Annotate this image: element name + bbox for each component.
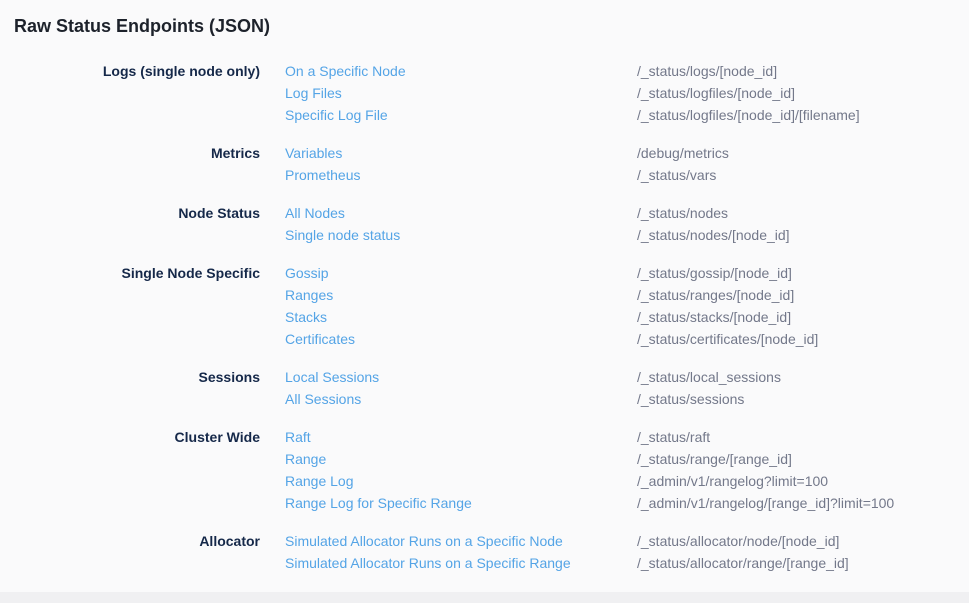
section-entries: Local Sessions /_status/local_sessions A… [285, 366, 781, 410]
endpoint-link[interactable]: Range Log for Specific Range [285, 492, 637, 514]
endpoint-section: Sessions Local Sessions /_status/local_s… [0, 366, 969, 410]
section-entries: Raft /_status/raft Range /_status/range/… [285, 426, 894, 514]
page-title: Raw Status Endpoints (JSON) [14, 15, 969, 37]
endpoint-row: Certificates /_status/certificates/[node… [285, 328, 818, 350]
endpoint-row: On a Specific Node /_status/logs/[node_i… [285, 60, 860, 82]
endpoint-path: /_status/local_sessions [637, 366, 781, 388]
endpoint-row: Ranges /_status/ranges/[node_id] [285, 284, 818, 306]
endpoint-row: Simulated Allocator Runs on a Specific R… [285, 552, 849, 574]
endpoint-path: /_status/logfiles/[node_id] [637, 82, 795, 104]
endpoint-row: Stacks /_status/stacks/[node_id] [285, 306, 818, 328]
endpoint-row: Specific Log File /_status/logfiles/[nod… [285, 104, 860, 126]
endpoint-link[interactable]: Raft [285, 426, 637, 448]
category-label: Logs (single node only) [0, 60, 260, 82]
endpoint-path: /_status/stacks/[node_id] [637, 306, 791, 328]
category-label: Single Node Specific [0, 262, 260, 284]
endpoint-row: Single node status /_status/nodes/[node_… [285, 224, 790, 246]
endpoint-path: /debug/metrics [637, 142, 729, 164]
endpoint-link[interactable]: Single node status [285, 224, 637, 246]
endpoint-link[interactable]: Simulated Allocator Runs on a Specific N… [285, 530, 637, 552]
content-panel: Raw Status Endpoints (JSON) Logs (single… [0, 0, 969, 592]
endpoint-link[interactable]: Gossip [285, 262, 637, 284]
endpoint-path: /_status/nodes [637, 202, 728, 224]
endpoint-link[interactable]: Local Sessions [285, 366, 637, 388]
endpoint-path: /_status/allocator/node/[node_id] [637, 530, 839, 552]
endpoint-link[interactable]: Specific Log File [285, 104, 637, 126]
endpoint-link[interactable]: Stacks [285, 306, 637, 328]
endpoint-row: Prometheus /_status/vars [285, 164, 729, 186]
page-background-strip [0, 592, 969, 603]
endpoint-row: Range /_status/range/[range_id] [285, 448, 894, 470]
endpoint-sections: Logs (single node only) On a Specific No… [0, 60, 969, 574]
endpoint-link[interactable]: Range [285, 448, 637, 470]
endpoint-path: /_status/nodes/[node_id] [637, 224, 790, 246]
endpoint-link[interactable]: Prometheus [285, 164, 637, 186]
category-label: Metrics [0, 142, 260, 164]
endpoint-section: Node Status All Nodes /_status/nodes Sin… [0, 202, 969, 246]
endpoint-path: /_admin/v1/rangelog/[range_id]?limit=100 [637, 492, 894, 514]
endpoint-section: Allocator Simulated Allocator Runs on a … [0, 530, 969, 574]
endpoint-path: /_status/gossip/[node_id] [637, 262, 792, 284]
endpoint-row: Log Files /_status/logfiles/[node_id] [285, 82, 860, 104]
endpoint-row: Gossip /_status/gossip/[node_id] [285, 262, 818, 284]
endpoint-row: Variables /debug/metrics [285, 142, 729, 164]
endpoint-path: /_admin/v1/rangelog?limit=100 [637, 470, 828, 492]
endpoint-section: Single Node Specific Gossip /_status/gos… [0, 262, 969, 350]
endpoint-path: /_status/ranges/[node_id] [637, 284, 794, 306]
section-entries: Simulated Allocator Runs on a Specific N… [285, 530, 849, 574]
section-entries: All Nodes /_status/nodes Single node sta… [285, 202, 790, 246]
endpoint-link[interactable]: Range Log [285, 470, 637, 492]
endpoint-row: Range Log for Specific Range /_admin/v1/… [285, 492, 894, 514]
category-label: Allocator [0, 530, 260, 552]
endpoint-row: All Nodes /_status/nodes [285, 202, 790, 224]
endpoint-link[interactable]: On a Specific Node [285, 60, 637, 82]
section-entries: Gossip /_status/gossip/[node_id] Ranges … [285, 262, 818, 350]
category-label: Sessions [0, 366, 260, 388]
endpoint-path: /_status/allocator/range/[range_id] [637, 552, 849, 574]
endpoint-row: Raft /_status/raft [285, 426, 894, 448]
section-entries: On a Specific Node /_status/logs/[node_i… [285, 60, 860, 126]
endpoint-path: /_status/logfiles/[node_id]/[filename] [637, 104, 860, 126]
endpoint-path: /_status/certificates/[node_id] [637, 328, 818, 350]
endpoint-link[interactable]: Ranges [285, 284, 637, 306]
endpoint-path: /_status/logs/[node_id] [637, 60, 777, 82]
endpoint-link[interactable]: Certificates [285, 328, 637, 350]
endpoint-section: Metrics Variables /debug/metrics Prometh… [0, 142, 969, 186]
category-label: Cluster Wide [0, 426, 260, 448]
category-label: Node Status [0, 202, 260, 224]
endpoint-path: /_status/range/[range_id] [637, 448, 792, 470]
endpoint-link[interactable]: All Nodes [285, 202, 637, 224]
endpoint-path: /_status/vars [637, 164, 716, 186]
endpoint-link[interactable]: All Sessions [285, 388, 637, 410]
endpoint-row: Simulated Allocator Runs on a Specific N… [285, 530, 849, 552]
endpoint-section: Cluster Wide Raft /_status/raft Range /_… [0, 426, 969, 514]
endpoint-row: Range Log /_admin/v1/rangelog?limit=100 [285, 470, 894, 492]
section-entries: Variables /debug/metrics Prometheus /_st… [285, 142, 729, 186]
endpoint-row: All Sessions /_status/sessions [285, 388, 781, 410]
endpoint-row: Local Sessions /_status/local_sessions [285, 366, 781, 388]
endpoint-section: Logs (single node only) On a Specific No… [0, 60, 969, 126]
endpoint-link[interactable]: Variables [285, 142, 637, 164]
endpoint-path: /_status/raft [637, 426, 710, 448]
endpoint-link[interactable]: Log Files [285, 82, 637, 104]
endpoint-link[interactable]: Simulated Allocator Runs on a Specific R… [285, 552, 637, 574]
endpoint-path: /_status/sessions [637, 388, 744, 410]
